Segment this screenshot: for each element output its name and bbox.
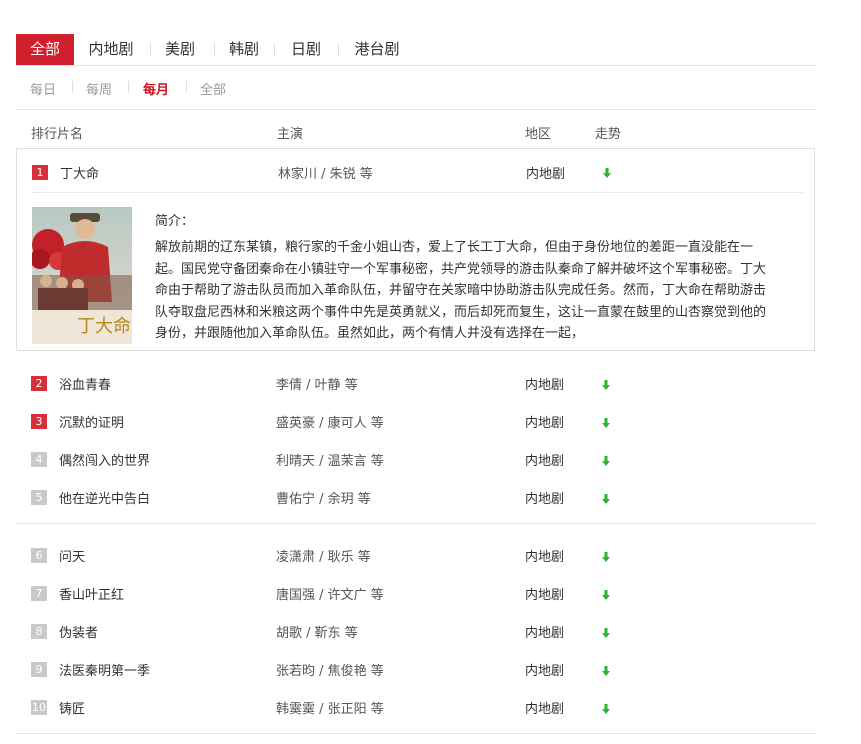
item-actors[interactable]: 张若昀 / 焦俊艳 等 [276, 660, 384, 679]
rank-badge: 9 [31, 662, 47, 677]
item-title[interactable]: 问天 [59, 546, 85, 565]
subtab-monthly[interactable]: 每月 [143, 79, 169, 98]
rank-badge: 2 [31, 376, 47, 391]
rank-badge: 1 [32, 165, 48, 180]
tab-divider [274, 43, 275, 57]
subtab-divider [186, 81, 187, 93]
item-title[interactable]: 法医秦明第一季 [59, 660, 150, 679]
item-region: 内地剧 [525, 454, 565, 469]
item-title[interactable]: 沉默的证明 [59, 412, 124, 431]
arrow-down-icon [602, 456, 610, 466]
item-actors[interactable]: 盛英豪 / 康可人 等 [276, 412, 384, 431]
rank-badge: 3 [31, 414, 47, 429]
rank-badge: 5 [31, 490, 47, 505]
arrow-down-icon [602, 628, 610, 638]
header-actors: 主演 [277, 127, 304, 142]
tab-divider [214, 43, 215, 57]
subtab-weekly[interactable]: 每周 [86, 79, 112, 98]
item-region: 内地剧 [525, 416, 565, 431]
tab-divider [338, 43, 339, 57]
arrow-down-icon [602, 494, 610, 504]
item-actors[interactable]: 唐国强 / 许文广 等 [276, 584, 384, 603]
tab-us[interactable]: 美剧 [156, 34, 204, 65]
subtab-daily[interactable]: 每日 [30, 79, 56, 98]
item-region: 内地剧 [525, 664, 565, 679]
item-region: 内地剧 [525, 378, 565, 393]
header-region: 地区 [525, 127, 552, 142]
card-divider [32, 192, 804, 193]
item-title[interactable]: 伪装者 [59, 622, 98, 641]
item-actors[interactable]: 韩霙霙 / 张正阳 等 [276, 698, 384, 717]
item-title[interactable]: 铸匠 [59, 698, 85, 717]
rank-badge: 6 [31, 548, 47, 563]
tab-divider [150, 43, 151, 57]
category-tabs: 全部 内地剧 美剧 韩剧 日剧 港台剧 [16, 34, 816, 66]
item-actors[interactable]: 凌潇肃 / 耿乐 等 [276, 546, 371, 565]
tab-all[interactable]: 全部 [16, 34, 74, 65]
item-region: 内地剧 [525, 492, 565, 507]
header-trend: 走势 [595, 127, 622, 142]
arrow-down-icon [602, 704, 610, 714]
arrow-down-icon [602, 418, 610, 428]
period-tabs: 每日 每周 每月 全部 [16, 66, 816, 110]
rank-badge: 7 [31, 586, 47, 601]
item-title[interactable]: 香山叶正红 [59, 584, 124, 603]
item-actors[interactable]: 李倩 / 叶静 等 [276, 374, 358, 393]
item-region: 内地剧 [525, 588, 565, 603]
subtab-divider [72, 81, 73, 93]
arrow-down-icon [602, 590, 610, 600]
item-actors[interactable]: 曹佑宁 / 余玥 等 [276, 488, 371, 507]
arrow-down-icon [603, 168, 611, 178]
item-title[interactable]: 浴血青春 [59, 374, 111, 393]
arrow-down-icon [602, 666, 610, 676]
intro-text: 解放前期的辽东某镇，粮行家的千金小姐山杏，爱上了长工丁大命，但由于身份地位的差距… [155, 240, 767, 341]
rank-badge: 8 [31, 624, 47, 639]
item-title[interactable]: 丁大命 [60, 163, 99, 182]
group-divider [16, 523, 815, 524]
arrow-down-icon [602, 552, 610, 562]
item-actors[interactable]: 林家川 / 朱锐 等 [278, 163, 373, 182]
tab-japan[interactable]: 日剧 [282, 34, 330, 65]
item-actors[interactable]: 胡歌 / 靳东 等 [276, 622, 358, 641]
tab-korea[interactable]: 韩剧 [220, 34, 268, 65]
subtab-divider [128, 81, 129, 93]
item-title[interactable]: 他在逆光中告白 [59, 488, 150, 507]
item-title[interactable]: 偶然闯入的世界 [59, 450, 150, 469]
item-region: 内地剧 [525, 550, 565, 565]
item-actors[interactable]: 利晴天 / 温茉言 等 [276, 450, 384, 469]
rank-badge: 4 [31, 452, 47, 467]
subtab-all[interactable]: 全部 [200, 79, 226, 98]
expanded-item: 1 丁大命 林家川 / 朱锐 等 内地剧 丁大命 简介： 解放前期的辽东某镇，粮… [16, 148, 815, 351]
poster-image[interactable]: 丁大命 [32, 207, 132, 344]
item-region: 内地剧 [525, 626, 565, 641]
tab-hk-tw[interactable]: 港台剧 [346, 34, 408, 65]
intro-label: 简介： [155, 214, 195, 229]
item-region: 内地剧 [525, 702, 565, 717]
group-divider [16, 733, 815, 734]
header-title: 排行片名 [31, 127, 84, 142]
arrow-down-icon [602, 380, 610, 390]
item-region: 内地剧 [526, 167, 566, 182]
poster-title: 丁大命 [77, 316, 131, 337]
tab-mainland[interactable]: 内地剧 [80, 34, 142, 65]
rank-badge: 10 [31, 700, 47, 715]
